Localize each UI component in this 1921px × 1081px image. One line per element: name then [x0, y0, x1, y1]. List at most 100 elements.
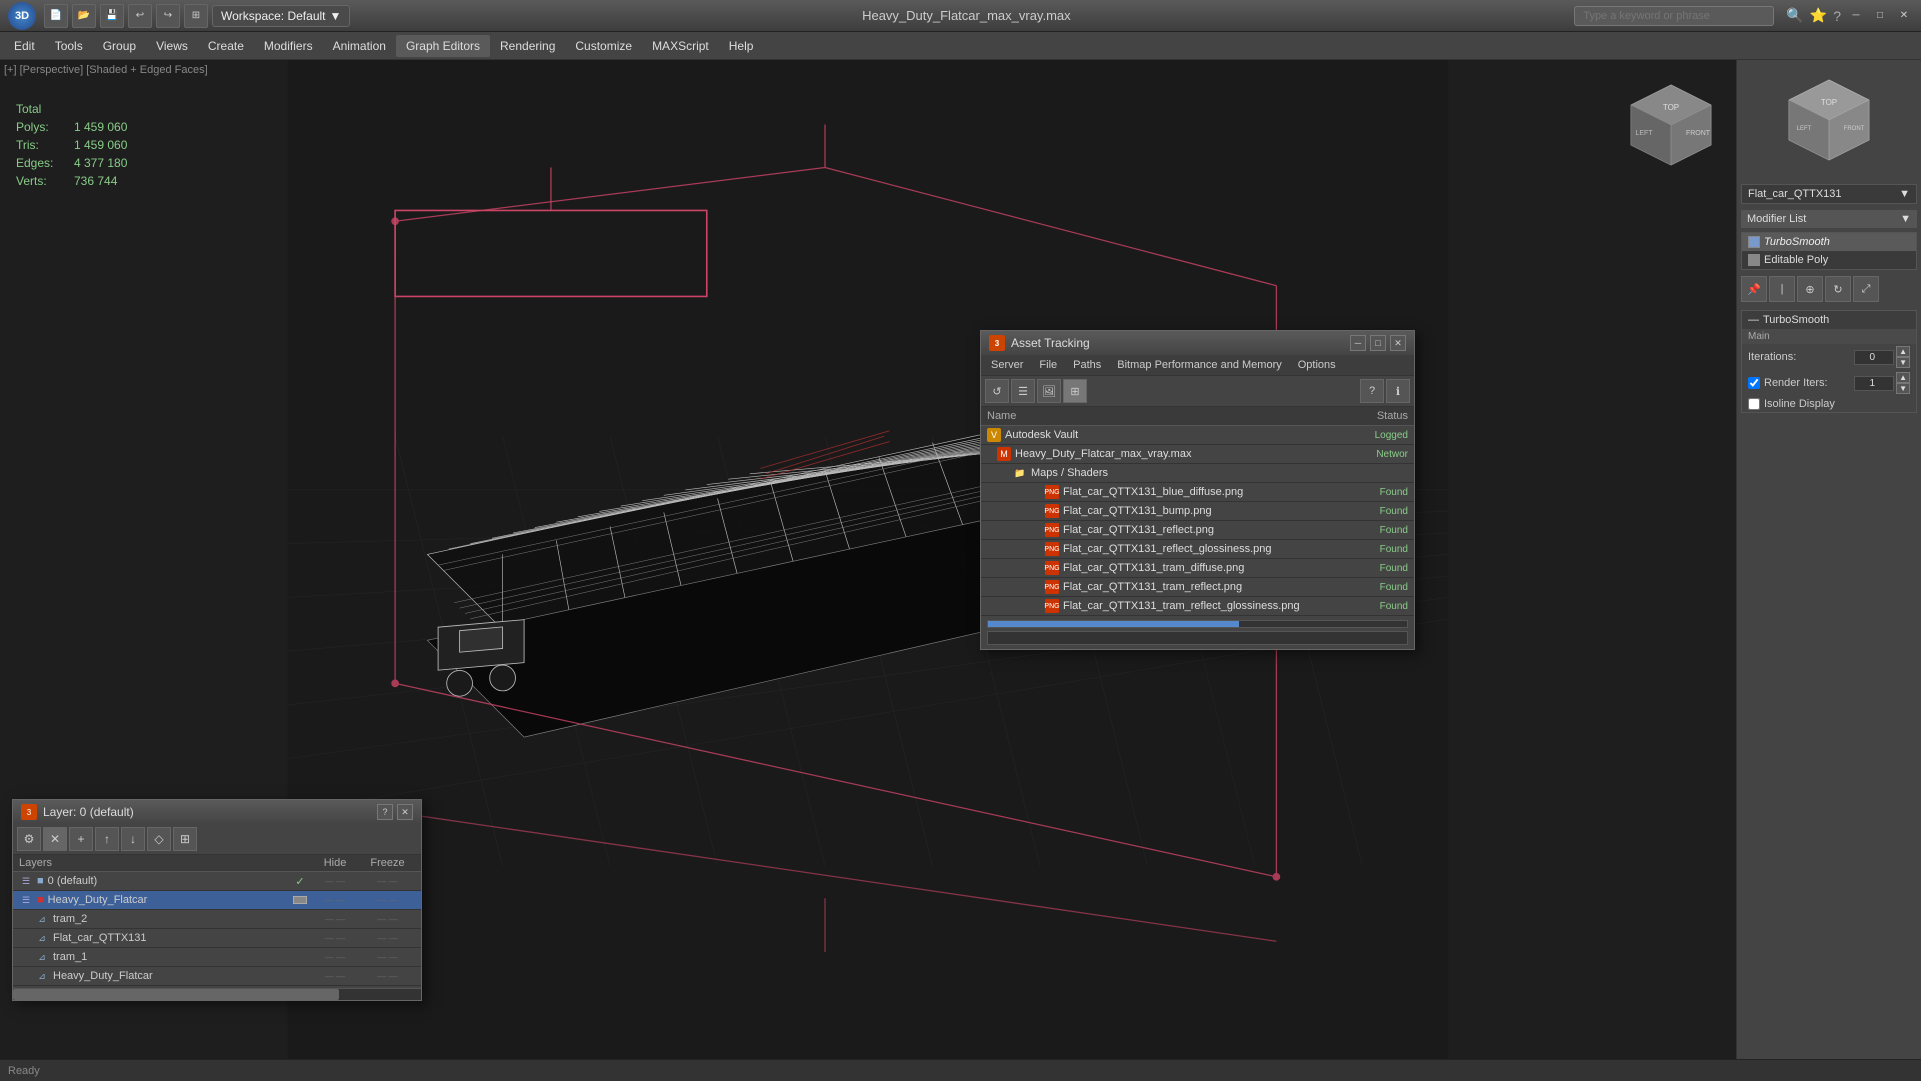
reference-btn[interactable]: ⊞	[184, 4, 208, 28]
menu-group[interactable]: Group	[93, 35, 146, 57]
at-menu-server[interactable]: Server	[985, 357, 1029, 373]
navigation-cube[interactable]: TOP LEFT FRONT	[1616, 70, 1726, 180]
at-image-btn[interactable]: 🖼	[1037, 379, 1061, 403]
modifier-editable-poly[interactable]: Editable Poly	[1742, 251, 1916, 269]
layer-row-tram2[interactable]: ⊿ tram_2 ― ― ― ―	[13, 910, 421, 929]
save-file-btn[interactable]: 💾	[100, 4, 124, 28]
layer-row-default[interactable]: ☰ ■ 0 (default) ✓ ― ― ― ―	[13, 872, 421, 891]
viewport[interactable]: [+] [Perspective] [Shaded + Edged Faces]…	[0, 60, 1736, 1081]
at-menu-file[interactable]: File	[1033, 357, 1063, 373]
layer-row-flatcar[interactable]: ⊿ Flat_car_QTTX131 ― ― ― ―	[13, 929, 421, 948]
layer-settings-btn[interactable]: ⚙	[17, 827, 41, 851]
layer-close-btn[interactable]: ✕	[397, 804, 413, 820]
menu-views[interactable]: Views	[146, 35, 198, 57]
at-row-png4[interactable]: PNG Flat_car_QTTX131_reflect_glossiness.…	[981, 540, 1414, 559]
panel-pin-icon[interactable]: 📌	[1741, 276, 1767, 302]
menu-maxscript[interactable]: MAXScript	[642, 35, 719, 57]
at-row-png2[interactable]: PNG Flat_car_QTTX131_bump.png Found	[981, 502, 1414, 521]
at-row-png1[interactable]: PNG Flat_car_QTTX131_blue_diffuse.png Fo…	[981, 483, 1414, 502]
layer-row-heavy-duty-obj[interactable]: ⊿ Heavy_Duty_Flatcar ― ― ― ―	[13, 967, 421, 986]
ts-title: TurboSmooth	[1763, 314, 1829, 326]
undo-btn[interactable]: ↩	[128, 4, 152, 28]
menu-rendering[interactable]: Rendering	[490, 35, 565, 57]
at-info-btn[interactable]: ℹ	[1386, 379, 1410, 403]
at-row-maxfile[interactable]: M Heavy_Duty_Flatcar_max_vray.max Networ	[981, 445, 1414, 464]
modifier-list-header[interactable]: Modifier List ▼	[1741, 210, 1917, 228]
at-row-vault[interactable]: V Autodesk Vault Logged	[981, 426, 1414, 445]
at-close-btn[interactable]: ✕	[1390, 335, 1406, 351]
view-cube[interactable]: TOP LEFT FRONT	[1779, 70, 1879, 170]
at-minimize-btn[interactable]: ─	[1350, 335, 1366, 351]
panel-cursor-icon[interactable]: |	[1769, 276, 1795, 302]
close-btn[interactable]: ✕	[1895, 7, 1913, 25]
ts-render-iters-input[interactable]	[1854, 376, 1894, 391]
menu-customize[interactable]: Customize	[565, 35, 642, 57]
layer-default-name: ☰ ■ 0 (default)	[19, 874, 290, 888]
svg-text:FRONT: FRONT	[1844, 126, 1865, 132]
layer-move-down-btn[interactable]: ↓	[121, 827, 145, 851]
at-restore-btn[interactable]: □	[1370, 335, 1386, 351]
at-menu-bitmap[interactable]: Bitmap Performance and Memory	[1111, 357, 1287, 373]
ts-iterations-label: Iterations:	[1748, 351, 1796, 363]
help-icon[interactable]: ?	[1833, 8, 1841, 24]
ts-isoline-checkbox[interactable]	[1748, 398, 1760, 410]
at-row-png6[interactable]: PNG Flat_car_QTTX131_tram_reflect.png Fo…	[981, 578, 1414, 597]
at-png2-name: PNG Flat_car_QTTX131_bump.png	[1013, 504, 1338, 518]
maximize-btn[interactable]: □	[1871, 7, 1889, 25]
layer-help-btn[interactable]: ?	[377, 804, 393, 820]
layer-tram1-freeze-dash: ― ―	[377, 952, 398, 962]
menu-create[interactable]: Create	[198, 35, 254, 57]
layer-heavy-duty-hide-dash: ― ―	[325, 895, 346, 905]
object-name-text: Flat_car_QTTX131	[1748, 188, 1842, 200]
layer-tram2-icon: ⊿	[35, 912, 49, 926]
layer-add-btn[interactable]: +	[69, 827, 93, 851]
ts-iterations-up[interactable]: ▲	[1896, 346, 1910, 357]
redo-btn[interactable]: ↪	[156, 4, 180, 28]
at-reload-btn[interactable]: ↺	[985, 379, 1009, 403]
menu-modifiers[interactable]: Modifiers	[254, 35, 323, 57]
ts-iterations-down[interactable]: ▼	[1896, 357, 1910, 368]
menu-edit[interactable]: Edit	[4, 35, 45, 57]
layer-delete-btn[interactable]: ✕	[43, 827, 67, 851]
search-icon[interactable]: 🔍	[1786, 7, 1803, 24]
layer-default-freeze: ― ―	[360, 876, 415, 886]
at-row-png5[interactable]: PNG Flat_car_QTTX131_tram_diffuse.png Fo…	[981, 559, 1414, 578]
at-row-png3[interactable]: PNG Flat_car_QTTX131_reflect.png Found	[981, 521, 1414, 540]
layer-row-tram1[interactable]: ⊿ tram_1 ― ― ― ―	[13, 948, 421, 967]
panel-move-icon[interactable]: ⊕	[1797, 276, 1823, 302]
main-area: [+] [Perspective] [Shaded + Edged Faces]…	[0, 60, 1921, 1081]
menu-tools[interactable]: Tools	[45, 35, 93, 57]
ts-render-iters-up[interactable]: ▲	[1896, 372, 1910, 383]
menu-animation[interactable]: Animation	[323, 35, 396, 57]
panel-scale-icon[interactable]: ⤢	[1853, 276, 1879, 302]
at-menu-options[interactable]: Options	[1292, 357, 1342, 373]
ts-render-iters-checkbox[interactable]	[1748, 377, 1760, 389]
at-menu-paths[interactable]: Paths	[1067, 357, 1107, 373]
layer-scroll-thumb[interactable]	[13, 989, 339, 1000]
at-row-maps[interactable]: 📁 Maps / Shaders	[981, 464, 1414, 483]
at-list-btn[interactable]: ☰	[1011, 379, 1035, 403]
panel-rotate-icon[interactable]: ↻	[1825, 276, 1851, 302]
layer-move-up-btn[interactable]: ↑	[95, 827, 119, 851]
layer-scrollbar[interactable]	[13, 988, 421, 1000]
modifier-turbosmooth[interactable]: TurboSmooth	[1742, 233, 1916, 251]
layer-select-btn[interactable]: ◇	[147, 827, 171, 851]
at-help-btn[interactable]: ?	[1360, 379, 1384, 403]
open-file-btn[interactable]: 📂	[72, 4, 96, 28]
layer-row-heavy-duty[interactable]: ☰ ■ Heavy_Duty_Flatcar ― ― ― ―	[13, 891, 421, 910]
at-png5-icon: PNG	[1045, 561, 1059, 575]
search-input[interactable]	[1574, 6, 1774, 26]
at-row-png7[interactable]: PNG Flat_car_QTTX131_tram_reflect_glossi…	[981, 597, 1414, 616]
at-grid-btn[interactable]: ⊞	[1063, 379, 1087, 403]
ts-render-iters-down[interactable]: ▼	[1896, 383, 1910, 394]
minimize-btn[interactable]: ─	[1847, 7, 1865, 25]
workspace-dropdown[interactable]: Workspace: Default ▼	[212, 5, 350, 27]
ts-iterations-input[interactable]	[1854, 350, 1894, 365]
at-table-header: Name Status	[981, 407, 1414, 426]
layer-extra-btn[interactable]: ⊞	[173, 827, 197, 851]
bookmark-icon[interactable]: ⭐	[1810, 7, 1827, 24]
menu-graph-editors[interactable]: Graph Editors	[396, 35, 490, 57]
new-file-btn[interactable]: 📄	[44, 4, 68, 28]
layer-heavy-duty-freeze: ― ―	[360, 895, 415, 905]
menu-help[interactable]: Help	[719, 35, 764, 57]
